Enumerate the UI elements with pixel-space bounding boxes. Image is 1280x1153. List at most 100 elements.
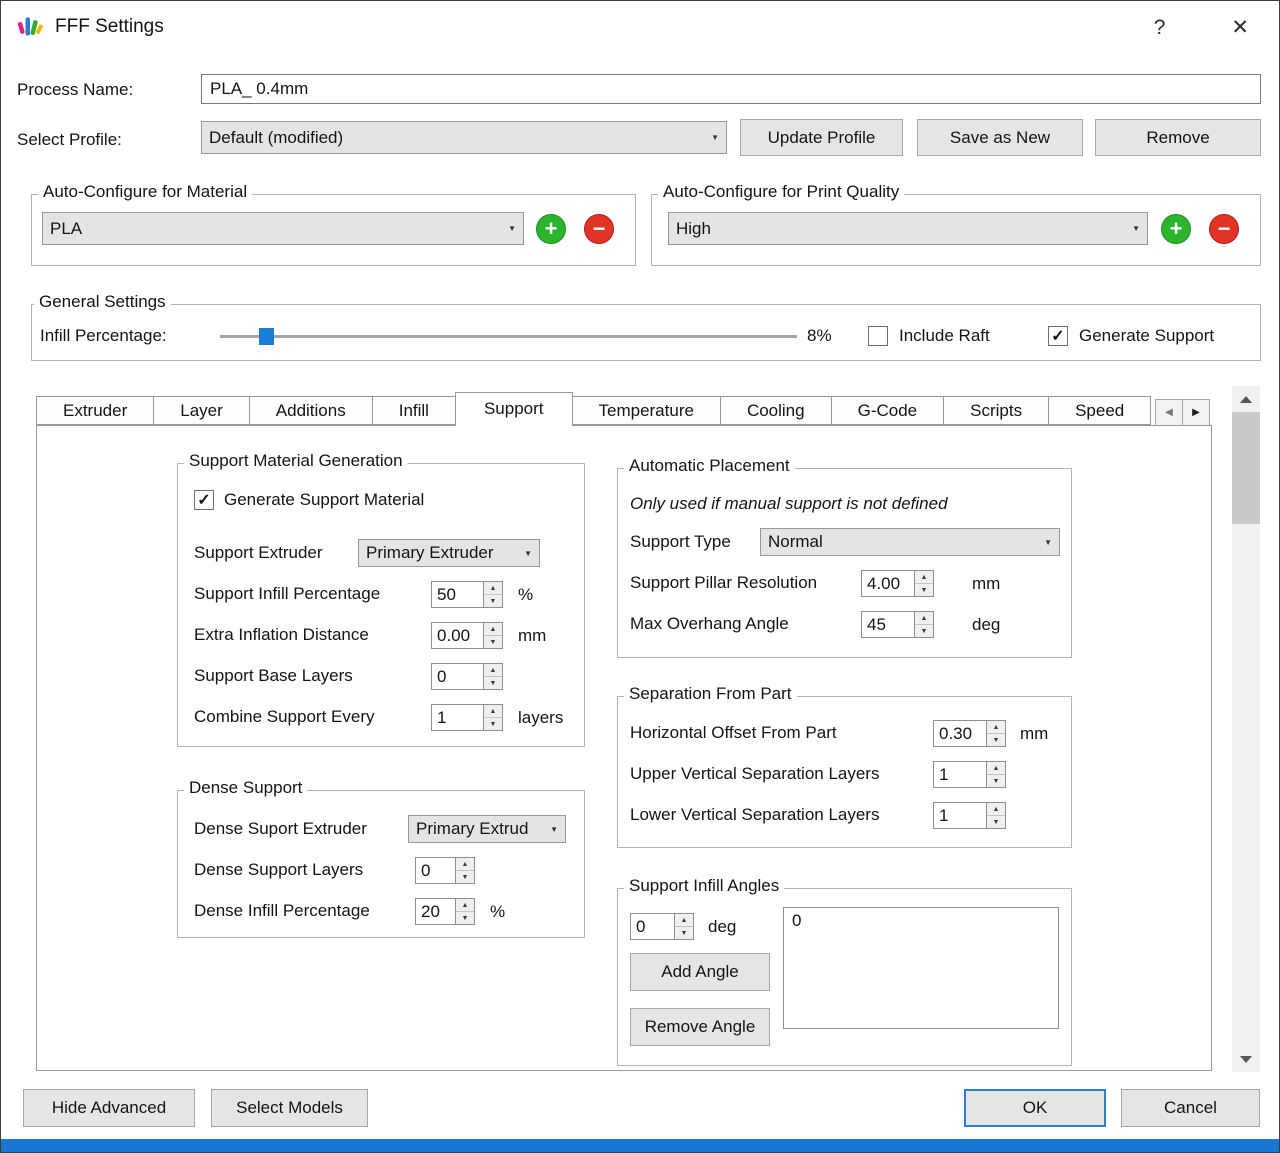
tab-scripts[interactable]: Scripts <box>943 396 1049 425</box>
help-button[interactable]: ? <box>1154 17 1166 38</box>
chevron-down-icon <box>1240 1056 1252 1063</box>
quality-select[interactable]: High ▼ <box>668 212 1148 245</box>
spinner-down-icon[interactable]: ▼ <box>484 595 502 607</box>
generate-support-material-checkbox[interactable]: ✓ <box>194 490 214 510</box>
app-icon <box>17 14 43 40</box>
material-select-value: PLA <box>50 219 503 239</box>
spinner-down-icon[interactable]: ▼ <box>987 734 1005 746</box>
combine-support-every-spinner[interactable]: 1 ▲▼ <box>431 704 503 731</box>
spinner-down-icon[interactable]: ▼ <box>987 775 1005 787</box>
spinner-value: 0 <box>631 914 674 939</box>
remove-quality-button[interactable]: − <box>1209 214 1239 244</box>
lower-vertical-separation-spinner[interactable]: 1 ▲▼ <box>933 802 1006 829</box>
spinner-up-icon[interactable]: ▲ <box>456 858 474 871</box>
plus-icon: + <box>545 218 558 240</box>
extra-inflation-distance-spinner[interactable]: 0.00 ▲▼ <box>431 622 503 649</box>
spinner-up-icon[interactable]: ▲ <box>987 762 1005 775</box>
include-raft-checkbox[interactable] <box>868 326 888 346</box>
dense-infill-percentage-spinner[interactable]: 20 ▲▼ <box>415 898 475 925</box>
remove-profile-button[interactable]: Remove <box>1095 119 1261 156</box>
spinner-up-icon[interactable]: ▲ <box>456 899 474 912</box>
tab-infill[interactable]: Infill <box>372 396 456 425</box>
scroll-right-icon: ▶ <box>1192 407 1200 418</box>
automatic-placement-group: Automatic Placement Only used if manual … <box>617 468 1072 658</box>
support-material-generation-group: Support Material Generation ✓ Generate S… <box>177 463 585 747</box>
window-bottom-accent <box>1 1139 1279 1152</box>
scrollbar-up-button[interactable] <box>1232 386 1260 412</box>
spinner-value: 1 <box>934 762 986 787</box>
update-profile-button[interactable]: Update Profile <box>740 119 903 156</box>
cancel-button[interactable]: Cancel <box>1121 1089 1260 1127</box>
support-extruder-select[interactable]: Primary Extruder ▼ <box>358 539 540 567</box>
scrollbar-down-button[interactable] <box>1232 1046 1260 1072</box>
spinner-up-icon[interactable]: ▲ <box>484 705 502 718</box>
vertical-scrollbar[interactable] <box>1232 386 1260 1072</box>
save-as-new-button[interactable]: Save as New <box>917 119 1083 156</box>
generate-support-checkbox[interactable]: ✓ <box>1048 326 1068 346</box>
spinner-down-icon[interactable]: ▼ <box>484 677 502 689</box>
upper-vertical-separation-spinner[interactable]: 1 ▲▼ <box>933 761 1006 788</box>
spinner-up-icon[interactable]: ▲ <box>987 721 1005 734</box>
tab-additions[interactable]: Additions <box>249 396 373 425</box>
add-angle-button[interactable]: Add Angle <box>630 953 770 991</box>
add-material-button[interactable]: + <box>536 214 566 244</box>
remove-material-button[interactable]: − <box>584 214 614 244</box>
window-title: FFF Settings <box>55 16 1088 38</box>
infill-slider-track[interactable] <box>220 335 797 338</box>
process-name-input[interactable] <box>201 74 1261 104</box>
spinner-up-icon[interactable]: ▲ <box>915 612 933 625</box>
spinner-down-icon[interactable]: ▼ <box>456 912 474 924</box>
generate-support-label: Generate Support <box>1079 323 1214 349</box>
dense-support-layers-spinner[interactable]: 0 ▲▼ <box>415 857 475 884</box>
spinner-value: 20 <box>416 899 455 924</box>
remove-angle-button[interactable]: Remove Angle <box>630 1008 770 1046</box>
tab-temperature[interactable]: Temperature <box>572 396 721 425</box>
spinner-up-icon[interactable]: ▲ <box>987 803 1005 816</box>
spinner-down-icon[interactable]: ▼ <box>484 718 502 730</box>
list-item[interactable]: 0 <box>784 908 1058 934</box>
spinner-down-icon[interactable]: ▼ <box>675 927 693 939</box>
profile-select[interactable]: Default (modified) ▼ <box>201 121 727 154</box>
spinner-up-icon[interactable]: ▲ <box>915 571 933 584</box>
ok-button[interactable]: OK <box>964 1089 1106 1127</box>
horizontal-offset-spinner[interactable]: 0.30 ▲▼ <box>933 720 1006 747</box>
infill-angle-spinner[interactable]: 0 ▲▼ <box>630 913 694 940</box>
support-type-value: Normal <box>768 532 1039 552</box>
tab-speed[interactable]: Speed <box>1048 396 1151 425</box>
infill-angles-list[interactable]: 0 <box>783 907 1059 1029</box>
tab-extruder[interactable]: Extruder <box>36 396 154 425</box>
material-select[interactable]: PLA ▼ <box>42 212 524 245</box>
max-overhang-angle-spinner[interactable]: 45 ▲▼ <box>861 611 934 638</box>
support-type-select[interactable]: Normal ▼ <box>760 528 1060 556</box>
spinner-up-icon[interactable]: ▲ <box>675 914 693 927</box>
infill-slider-handle[interactable] <box>259 328 274 345</box>
select-models-button[interactable]: Select Models <box>211 1089 368 1127</box>
upper-vertical-separation-label: Upper Vertical Separation Layers <box>630 761 879 787</box>
spinner-down-icon[interactable]: ▼ <box>987 816 1005 828</box>
tab-gcode[interactable]: G-Code <box>831 396 945 425</box>
spinner-down-icon[interactable]: ▼ <box>456 871 474 883</box>
max-overhang-angle-unit: deg <box>972 611 1000 638</box>
scrollbar-thumb[interactable] <box>1232 412 1260 524</box>
spinner-up-icon[interactable]: ▲ <box>484 582 502 595</box>
spinner-up-icon[interactable]: ▲ <box>484 664 502 677</box>
spinner-down-icon[interactable]: ▼ <box>484 636 502 648</box>
tab-scroll-left-button[interactable]: ◀ <box>1155 399 1183 426</box>
close-button[interactable]: ✕ <box>1231 17 1249 38</box>
spinner-down-icon[interactable]: ▼ <box>915 584 933 596</box>
dense-support-extruder-select[interactable]: Primary Extrud ▼ <box>408 815 566 843</box>
support-infill-percentage-spinner[interactable]: 50 ▲▼ <box>431 581 503 608</box>
spinner-down-icon[interactable]: ▼ <box>915 625 933 637</box>
tab-cooling[interactable]: Cooling <box>720 396 832 425</box>
support-base-layers-spinner[interactable]: 0 ▲▼ <box>431 663 503 690</box>
combine-support-every-label: Combine Support Every <box>194 704 374 730</box>
spinner-up-icon[interactable]: ▲ <box>484 623 502 636</box>
support-pillar-resolution-spinner[interactable]: 4.00 ▲▼ <box>861 570 934 597</box>
add-quality-button[interactable]: + <box>1161 214 1191 244</box>
tab-scroll-right-button[interactable]: ▶ <box>1182 399 1210 426</box>
spinner-value: 0.00 <box>432 623 483 648</box>
tab-support[interactable]: Support <box>455 392 573 426</box>
tab-layer[interactable]: Layer <box>153 396 250 425</box>
hide-advanced-button[interactable]: Hide Advanced <box>23 1089 195 1127</box>
support-tab-panel: Support Material Generation ✓ Generate S… <box>36 425 1212 1071</box>
